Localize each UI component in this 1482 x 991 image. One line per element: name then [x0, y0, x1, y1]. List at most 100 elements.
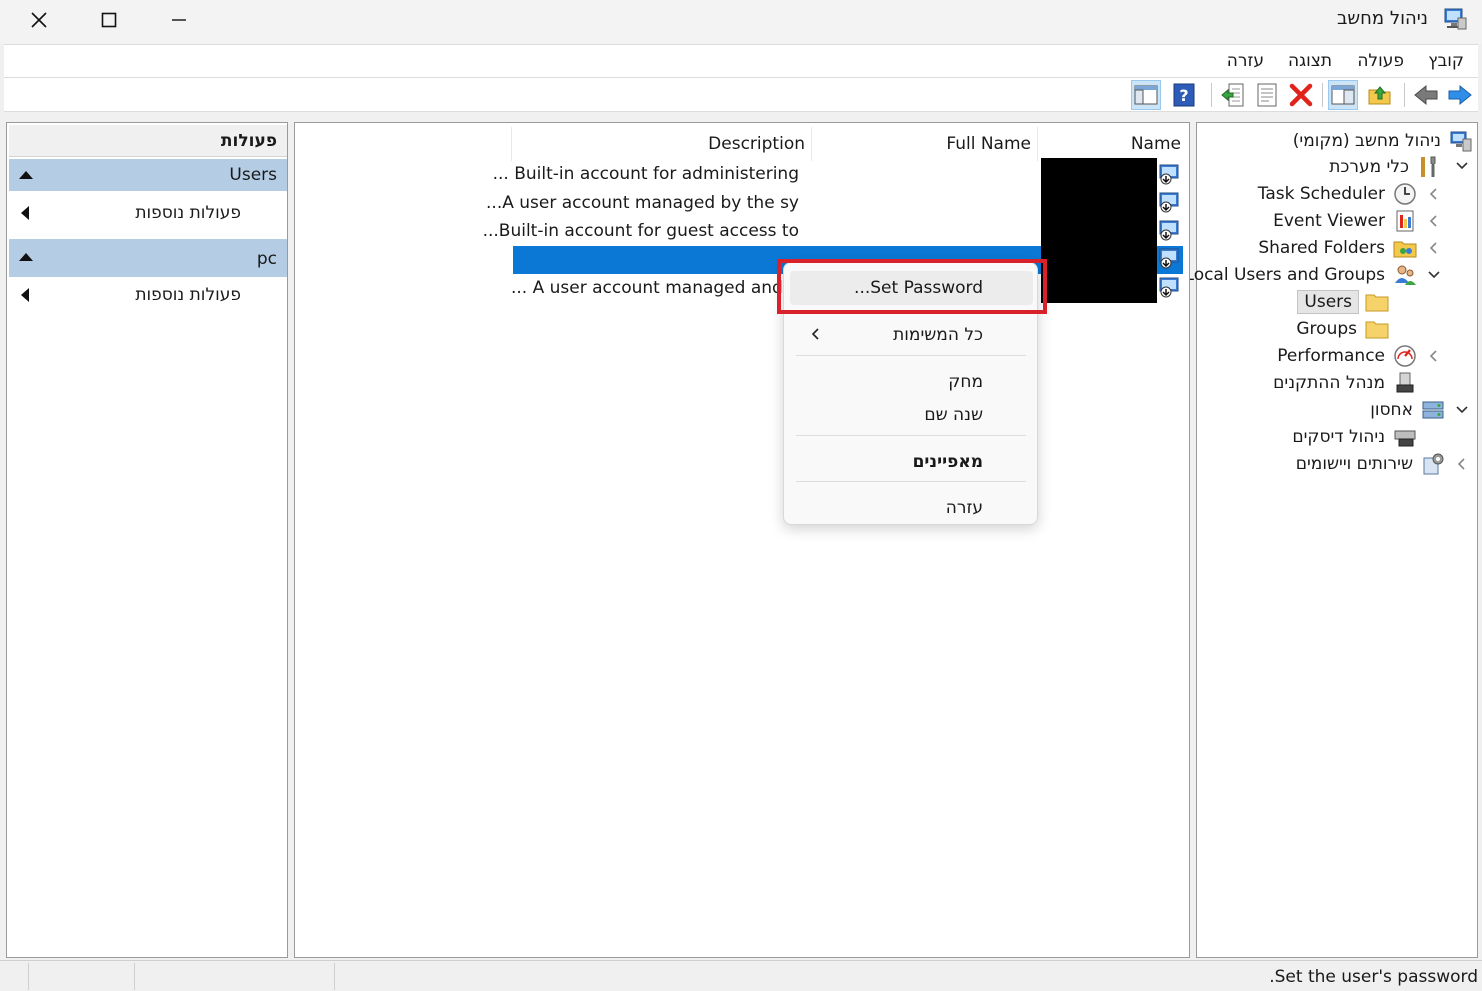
show-hide-console-tree-button[interactable] [1328, 80, 1358, 110]
tree-item-storage[interactable]: אחסון [1368, 396, 1445, 423]
maximize-button[interactable] [74, 0, 144, 40]
properties-icon [1257, 83, 1277, 107]
action-label: פעולות נוספות [135, 285, 241, 305]
maximize-icon [101, 12, 117, 28]
actions-section-users[interactable]: Users [9, 159, 287, 191]
tree-item-disk-management[interactable]: ניהול דיסקים [1290, 423, 1417, 450]
back-button[interactable] [1411, 80, 1441, 110]
svg-text:?: ? [1179, 86, 1188, 105]
tree-item-services-applications[interactable]: שירותים ויישומים [1294, 450, 1445, 477]
context-menu-rename[interactable]: שנה שם [790, 398, 1033, 432]
tree-item-event-viewer[interactable]: Event Viewer [1271, 207, 1417, 234]
services-icon [1423, 453, 1444, 474]
actions-section-pc[interactable]: pc [9, 239, 287, 277]
properties-button[interactable] [1252, 80, 1282, 110]
status-separator [28, 963, 29, 990]
up-one-level-button[interactable] [1365, 80, 1395, 110]
chevron-left-icon[interactable] [1427, 241, 1441, 255]
column-separator [811, 127, 812, 161]
tree-item-performance[interactable]: Performance [1275, 342, 1417, 369]
tree-label: Users [1297, 289, 1359, 314]
close-button[interactable] [4, 0, 74, 40]
menu-separator [796, 481, 1026, 482]
chevron-left-icon[interactable] [1427, 187, 1441, 201]
chevron-left-icon[interactable] [1427, 214, 1441, 228]
tree-label: Event Viewer [1273, 210, 1385, 231]
menu-help[interactable]: עזרה [1223, 51, 1268, 71]
menu-item-label: מאפיינים [912, 452, 983, 472]
export-list-button[interactable] [1218, 80, 1248, 110]
column-header-name[interactable]: Name [1131, 131, 1181, 161]
menu-item-label: שנה שם [924, 405, 983, 425]
help-button[interactable]: ? [1169, 80, 1199, 110]
tree-item-groups[interactable]: Groups [1294, 315, 1389, 342]
back-arrow-icon [1414, 84, 1438, 106]
toolbar: ? [4, 78, 1478, 112]
actions-more-users[interactable]: פעולות נוספות [9, 197, 287, 229]
actions-title: פעולות [220, 131, 277, 151]
chevron-left-icon[interactable] [1427, 349, 1441, 363]
delete-button[interactable] [1286, 80, 1316, 110]
menu-item-label: מחק [948, 372, 983, 392]
up-folder-icon [1368, 86, 1391, 105]
menu-bar: קובץ פעולה תצוגה עזרה [4, 44, 1478, 78]
user-list-view: Name Full Name Description Built-in acco… [294, 122, 1190, 958]
device-manager-icon [1396, 372, 1414, 392]
chevron-down-icon[interactable] [1427, 268, 1441, 282]
highlight-box [777, 259, 1047, 314]
minimize-icon [172, 19, 186, 21]
tree-item-computer-management[interactable]: ניהול מחשב (מקומי) [1291, 127, 1473, 154]
user-account-icon [1159, 164, 1179, 185]
tree-label: מנהל ההתקנים [1273, 372, 1385, 393]
menu-view[interactable]: תצוגה [1284, 51, 1336, 71]
tree-label: Local Users and Groups [1184, 264, 1385, 285]
menu-item-label: עזרה [945, 498, 983, 518]
tree-item-task-scheduler[interactable]: Task Scheduler [1256, 180, 1417, 207]
tree-label: Task Scheduler [1257, 183, 1385, 204]
actions-more-pc[interactable]: פעולות נוספות [9, 279, 287, 311]
storage-icon [1422, 401, 1444, 418]
tree-label: Performance [1277, 345, 1385, 366]
users-groups-icon [1395, 265, 1416, 285]
computer-management-icon [1450, 131, 1472, 151]
column-header-description[interactable]: Description [708, 131, 805, 161]
redacted-names [1041, 158, 1157, 303]
user-description: Built-in account for administering ... [492, 164, 799, 184]
user-account-icon [1159, 220, 1179, 241]
user-description: Built-in account for guest access to... [482, 221, 799, 241]
context-menu-properties[interactable]: מאפיינים [790, 445, 1033, 479]
delete-icon [1289, 83, 1313, 107]
tree-item-device-manager[interactable]: מנהל ההתקנים [1271, 369, 1417, 396]
show-hide-action-pane-icon [1134, 85, 1158, 105]
tree-item-shared-folders[interactable]: Shared Folders [1256, 234, 1417, 261]
show-hide-tree-icon [1331, 85, 1355, 105]
menu-separator [796, 355, 1026, 356]
context-menu-delete[interactable]: מחק [790, 365, 1033, 399]
event-viewer-icon [1396, 210, 1414, 231]
action-label: פעולות נוספות [135, 203, 241, 223]
context-menu-all-tasks[interactable]: כל המשימות [790, 318, 1033, 352]
chevron-down-icon[interactable] [1455, 403, 1469, 417]
forward-button[interactable] [1445, 80, 1475, 110]
menu-action[interactable]: פעולה [1353, 51, 1408, 71]
user-account-icon [1159, 192, 1179, 213]
tree-item-users[interactable]: Users [1297, 288, 1389, 315]
chevron-left-icon[interactable] [1455, 457, 1469, 471]
column-header-full-name[interactable]: Full Name [946, 131, 1031, 161]
tree-item-local-users-groups[interactable]: Local Users and Groups [1183, 261, 1417, 288]
tree-item-system-tools[interactable]: כלי מערכת [1327, 153, 1441, 180]
folder-icon [1365, 294, 1389, 311]
user-description: A user account managed and u ... [510, 278, 799, 298]
menu-file[interactable]: קובץ [1424, 51, 1468, 71]
show-hide-action-pane-button[interactable] [1131, 80, 1161, 110]
window-title: ניהול מחשב [1337, 8, 1428, 29]
status-separator [134, 963, 135, 990]
tree-label: אחסון [1370, 399, 1413, 420]
minimize-button[interactable] [144, 0, 214, 40]
close-icon [31, 12, 47, 28]
chevron-down-icon[interactable] [1455, 159, 1469, 173]
column-separator [1037, 127, 1038, 161]
actions-pane: פעולות Users פעולות נוספות pc פעולות נוס… [6, 122, 288, 958]
context-menu-help[interactable]: עזרה [790, 491, 1033, 525]
tree-label: ניהול דיסקים [1292, 426, 1385, 447]
